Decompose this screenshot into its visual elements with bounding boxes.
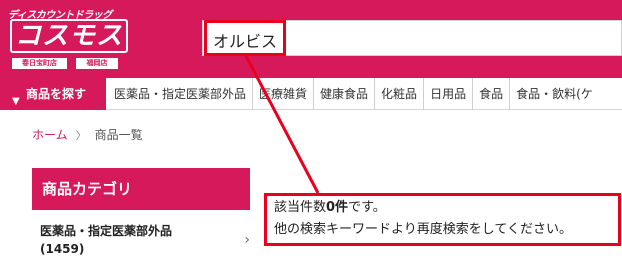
result-prefix: 該当件数 [274, 200, 327, 215]
nav-item-food[interactable]: 食品 [472, 78, 509, 110]
store-badge: 福岡店 [76, 58, 118, 69]
breadcrumb-current: 商品一覧 [94, 128, 143, 142]
nav-item-medical-goods[interactable]: 医療雑貨 [252, 78, 313, 110]
product-search-button[interactable]: ▼ 商品を探す [0, 78, 106, 110]
sidebar-item-count: (1459) [40, 242, 85, 256]
nav-item-cosmetics[interactable]: 化粧品 [374, 78, 423, 110]
store-badge: 春日宝町店 [12, 58, 67, 69]
nav-item-food-drink[interactable]: 食品・飲料(ケ [509, 78, 599, 110]
nav-item-daily-goods[interactable]: 日用品 [423, 78, 472, 110]
location-pin-icon: ▼ [12, 96, 20, 107]
breadcrumb: ホーム 〉 商品一覧 [32, 126, 143, 143]
result-suffix: です。 [348, 200, 386, 215]
product-search-label: 商品を探す [26, 87, 87, 101]
result-count-line: 該当件数0件です。 [268, 196, 620, 218]
category-nav-items: 医薬品・指定医薬部外品 医療雑貨 健康食品 化粧品 日用品 食品 食品・飲料(ケ [106, 78, 599, 110]
site-header: ディスカウントドラッグ コスモス 春日宝町店 福岡店 オルビス [0, 0, 622, 78]
result-count: 0件 [326, 200, 349, 215]
no-results-message: 該当件数0件です。 他の検索キーワードより再度検索をしてください。 [268, 196, 620, 244]
logo-name: コスモス [10, 19, 128, 53]
chevron-right-icon: › [244, 232, 250, 248]
category-nav: ▼ 商品を探す 医薬品・指定医薬部外品 医療雑貨 健康食品 化粧品 日用品 食品… [0, 78, 622, 110]
nav-item-pharma[interactable]: 医薬品・指定医薬部外品 [106, 78, 252, 110]
site-logo[interactable]: ディスカウントドラッグ コスモス 春日宝町店 福岡店 [8, 6, 130, 69]
search-input-value: オルビス [213, 32, 278, 51]
breadcrumb-separator: 〉 [75, 128, 87, 142]
sidebar-item-label: 医薬品・指定医薬部外品 [40, 224, 173, 238]
nav-item-health-food[interactable]: 健康食品 [313, 78, 374, 110]
breadcrumb-home-link[interactable]: ホーム [32, 126, 68, 143]
search-input[interactable]: オルビス [202, 20, 622, 56]
result-hint-line: 他の検索キーワードより再度検索をしてください。 [274, 222, 572, 237]
sidebar-item-pharma[interactable]: 医薬品・指定医薬部外品 (1459) › [40, 222, 250, 259]
sidebar-heading: 商品カテゴリ [32, 168, 250, 210]
